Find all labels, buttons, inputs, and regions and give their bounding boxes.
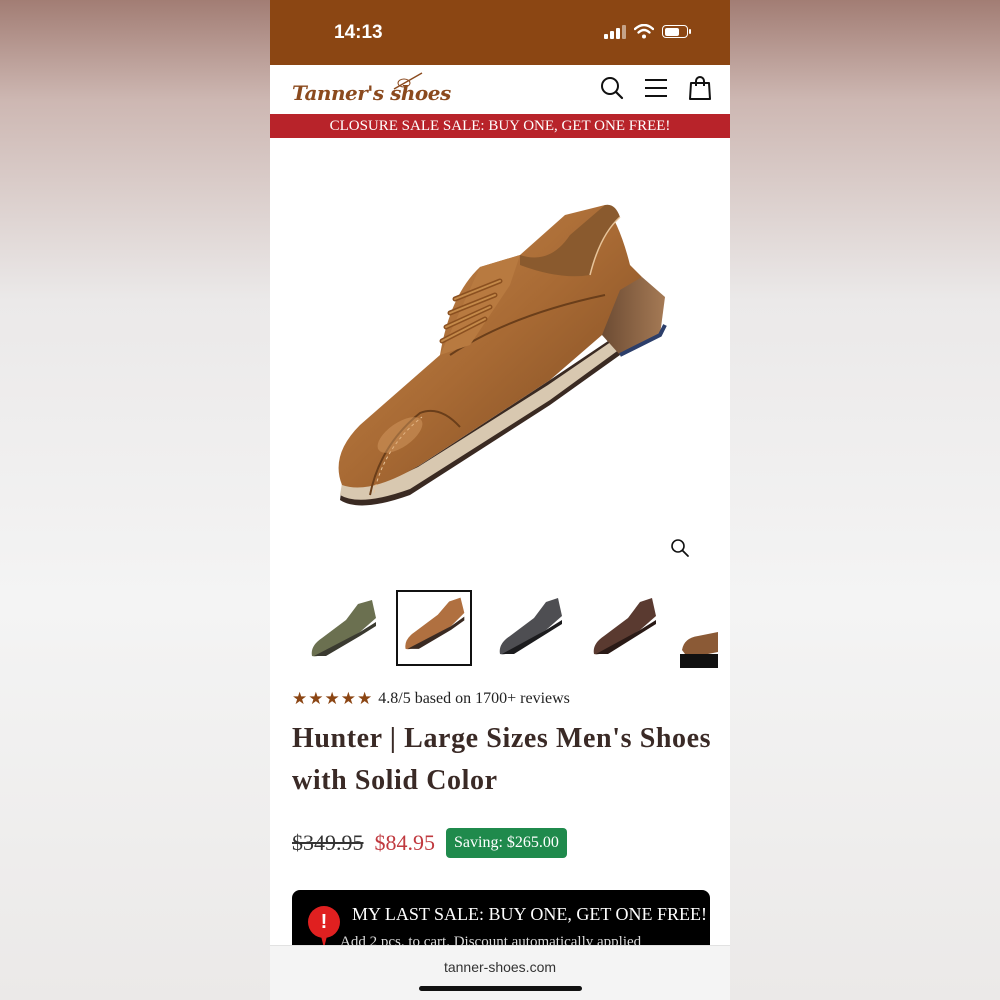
battery-icon [662,25,691,38]
logo-needle-icon [393,72,423,90]
thumbnail-grey[interactable] [494,592,570,668]
status-icons [604,24,691,39]
star-icon: ★ [324,688,340,709]
product-image[interactable] [320,195,680,525]
menu-icon[interactable] [644,75,668,101]
alert-icon: ! [308,906,340,948]
product-title: Hunter | Large Sizes Men's Shoes with So… [292,723,712,796]
phone-screen: 14:13 Tanner's shoes CLOSURE SALE SALE: … [270,0,730,1000]
rating-text[interactable]: 4.8/5 based on 1700+ reviews [378,690,570,708]
sale-notice-title: MY LAST SALE: BUY ONE, GET ONE FREE! [352,904,707,924]
star-rating: ★ ★ ★ ★ ★ [292,688,373,709]
saving-badge: Saving: $265.00 [446,828,567,858]
thumbnail-tan-selected[interactable] [396,590,472,666]
search-icon[interactable] [600,75,624,101]
zoom-icon[interactable] [670,538,690,558]
thumbnail-dark-brown[interactable] [588,592,664,668]
header-icons [600,75,712,101]
star-icon: ★ [308,688,324,709]
sale-price: $84.95 [374,830,436,855]
old-price: $349.95 [292,830,364,855]
thumbnail-strip [270,590,730,672]
status-bar: 14:13 [270,0,730,65]
rating-row: ★ ★ ★ ★ ★ 4.8/5 based on 1700+ reviews [292,690,570,708]
site-header: Tanner's shoes [270,65,730,115]
star-icon: ★ [292,688,308,709]
background-left [0,0,270,1000]
status-time: 14:13 [334,22,383,43]
wifi-icon [634,24,654,39]
thumbnail-olive[interactable] [306,592,382,668]
promo-bar[interactable]: CLOSURE SALE SALE: BUY ONE, GET ONE FREE… [270,114,730,138]
star-icon: ★ [357,688,373,709]
home-indicator[interactable] [419,986,582,991]
browser-address-bar[interactable]: tanner-shoes.com [270,945,730,1000]
background-right [730,0,1000,1000]
cart-bag-icon[interactable] [688,75,712,101]
url-text[interactable]: tanner-shoes.com [270,959,730,975]
signal-icon [604,24,626,39]
star-icon: ★ [340,688,356,709]
thumbnail-brown[interactable] [678,592,718,668]
price-row: $349.95 $84.95 Saving: $265.00 [292,828,567,858]
